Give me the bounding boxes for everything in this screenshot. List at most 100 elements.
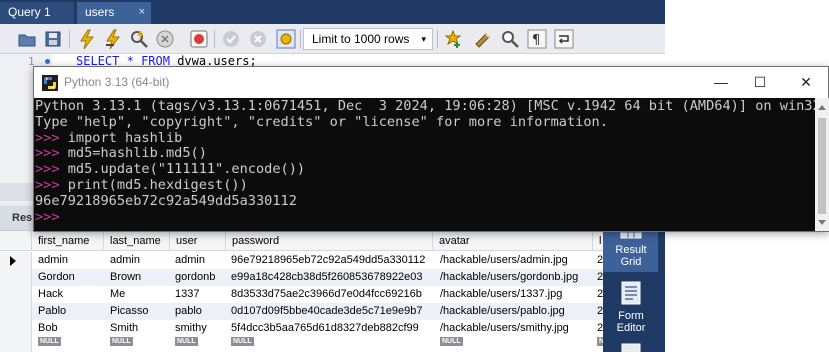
console-text: md5=hashlib.md5() [59, 145, 207, 162]
console-scrollbar[interactable] [815, 98, 829, 231]
error-stop-icon[interactable] [188, 28, 210, 50]
autocommit-icon[interactable] [275, 28, 297, 50]
console-input-line: >>> import hashlib [35, 129, 815, 147]
python-window-title: Python 3.13 (64-bit) [64, 75, 170, 89]
toolbar-separator [69, 30, 70, 48]
stop-icon[interactable] [154, 28, 176, 50]
grid-cell[interactable]: Gordon [38, 269, 108, 286]
null-cell[interactable]: NULL [440, 333, 597, 350]
null-badge: NULL [231, 336, 254, 346]
python-console-output[interactable]: Python 3.13.1 (tags/v3.13.1:0671451, Dec… [34, 98, 815, 231]
grid-header: first_name last_name user password avata… [0, 231, 603, 251]
grid-cell[interactable]: Brown [110, 269, 172, 286]
row-selector[interactable] [0, 286, 32, 303]
python-console-window[interactable]: Python 3.13 (64-bit) — ☐ ✕ Python 3.13.1… [33, 66, 829, 232]
invisible-chars-icon[interactable]: ¶ [526, 28, 548, 50]
commit-icon[interactable] [220, 28, 242, 50]
column-header[interactable]: user [170, 231, 226, 251]
current-row-arrow-icon [10, 256, 16, 266]
tab-query-1[interactable]: Query 1 [0, 2, 74, 24]
limit-rows-value: Limit to 1000 rows [312, 32, 410, 46]
close-button[interactable]: ✕ [786, 69, 826, 96]
form-editor-button[interactable]: Form Editor [607, 310, 655, 334]
null-cell[interactable]: NULL [38, 333, 108, 350]
console-prompt: >>> [35, 129, 60, 146]
console-prompt: >>> [35, 208, 60, 225]
grid-cell[interactable]: Me [110, 286, 172, 303]
row-selector[interactable] [0, 252, 32, 269]
console-input-line: >>> md5.update("111111".encode()) [35, 161, 815, 178]
toolbar-separator [214, 30, 215, 48]
console-prompt: >>> [35, 145, 60, 162]
wrap-icon[interactable] [553, 28, 575, 50]
open-folder-icon[interactable] [16, 28, 38, 50]
python-title-bar[interactable]: Python 3.13 (64-bit) — ☐ ✕ [34, 67, 828, 98]
query-tab-strip: Query 1 users × [0, 0, 665, 24]
scrollbar-thumb[interactable] [818, 118, 826, 214]
column-header[interactable]: password [226, 231, 433, 251]
console-text: print(md5.hexdigest()) [59, 176, 248, 193]
grid-cell[interactable]: 1337 [175, 286, 229, 303]
console-text: Python 3.13.1 (tags/v3.13.1:0671451, Dec… [35, 98, 815, 114]
null-badge: NULL [175, 336, 198, 346]
grid-cell[interactable]: gordonb [175, 269, 229, 286]
add-snippet-icon[interactable] [442, 28, 464, 50]
console-prompt: >>> [35, 161, 60, 178]
grid-cell[interactable]: Pablo [38, 303, 108, 320]
grid-cell[interactable]: /hackable/users/gordonb.jpg [440, 269, 597, 286]
grid-cell[interactable]: 8d3533d75ae2c3966d7e0d4fcc69216b [231, 286, 436, 303]
form-editor-label-2: Editor [616, 322, 646, 334]
tab-label: Query 1 [8, 5, 51, 19]
minimize-button[interactable]: — [701, 69, 741, 96]
find-icon[interactable] [499, 28, 521, 50]
grid-cell[interactable]: admin [38, 252, 108, 269]
grid-cell[interactable]: /hackable/users/pablo.jpg [440, 303, 597, 320]
rollback-icon[interactable] [247, 28, 269, 50]
console-output-line: Type "help", "copyright", "credits" or "… [35, 114, 815, 131]
console-input-line: >>> [35, 208, 815, 226]
statement-marker-icon [45, 59, 50, 64]
grid-cell[interactable]: Hack [38, 286, 108, 303]
row-selector[interactable] [0, 303, 32, 320]
grid-cell[interactable]: pablo [175, 303, 229, 320]
null-cell[interactable]: NULL [175, 333, 229, 350]
result-grid-button[interactable]: Result Grid [607, 244, 655, 268]
close-icon[interactable]: × [139, 2, 145, 22]
row-selector[interactable] [0, 335, 32, 352]
tab-result[interactable]: Res [0, 206, 34, 230]
column-header[interactable]: last_name [104, 231, 170, 251]
field-types-icon[interactable] [607, 342, 655, 352]
tab-users[interactable]: users × [77, 2, 151, 24]
tab-label: users [85, 5, 115, 19]
null-cell[interactable]: NULL [110, 333, 172, 350]
grid-cell[interactable]: admin [110, 252, 172, 269]
execute-current-icon[interactable] [102, 28, 124, 50]
grid-cell[interactable]: Picasso [110, 303, 172, 320]
grid-cell[interactable]: admin [175, 252, 229, 269]
grid-cell[interactable]: /hackable/users/1337.jpg [440, 286, 597, 303]
execute-icon[interactable] [76, 28, 98, 50]
save-icon[interactable] [42, 28, 64, 50]
maximize-button[interactable]: ☐ [740, 69, 780, 96]
explain-icon[interactable] [128, 28, 150, 50]
column-header[interactable]: l [593, 231, 603, 251]
beautify-icon[interactable] [472, 28, 494, 50]
python-logo-icon [42, 75, 58, 91]
column-header[interactable]: avatar [433, 231, 593, 251]
result-grid[interactable]: first_name last_name user password avata… [0, 230, 603, 352]
scroll-up-arrow-icon[interactable] [818, 105, 826, 110]
result-grid-label-2: Grid [620, 256, 642, 268]
form-editor-icon[interactable] [607, 280, 655, 306]
null-cell[interactable]: NULL [231, 333, 436, 350]
grid-cell[interactable]: /hackable/users/admin.jpg [440, 252, 597, 269]
grid-cell[interactable]: 96e79218965eb72c92a549dd5a330112 [231, 252, 436, 269]
limit-rows-select[interactable]: Limit to 1000 rows ▾ [303, 28, 433, 50]
toolbar-separator [300, 30, 301, 48]
grid-cell[interactable]: e99a18c428cb38d5f260853678922e03 [231, 269, 436, 286]
row-selector[interactable] [0, 269, 32, 286]
grid-cell[interactable]: 0d107d09f5bbe40cade3de5c71e9e9b7 [231, 303, 436, 320]
column-header[interactable]: first_name [32, 231, 104, 251]
scroll-down-arrow-icon[interactable] [818, 220, 826, 225]
toolbar-separator [437, 30, 438, 48]
form-editor-label-1: Form [618, 310, 644, 322]
